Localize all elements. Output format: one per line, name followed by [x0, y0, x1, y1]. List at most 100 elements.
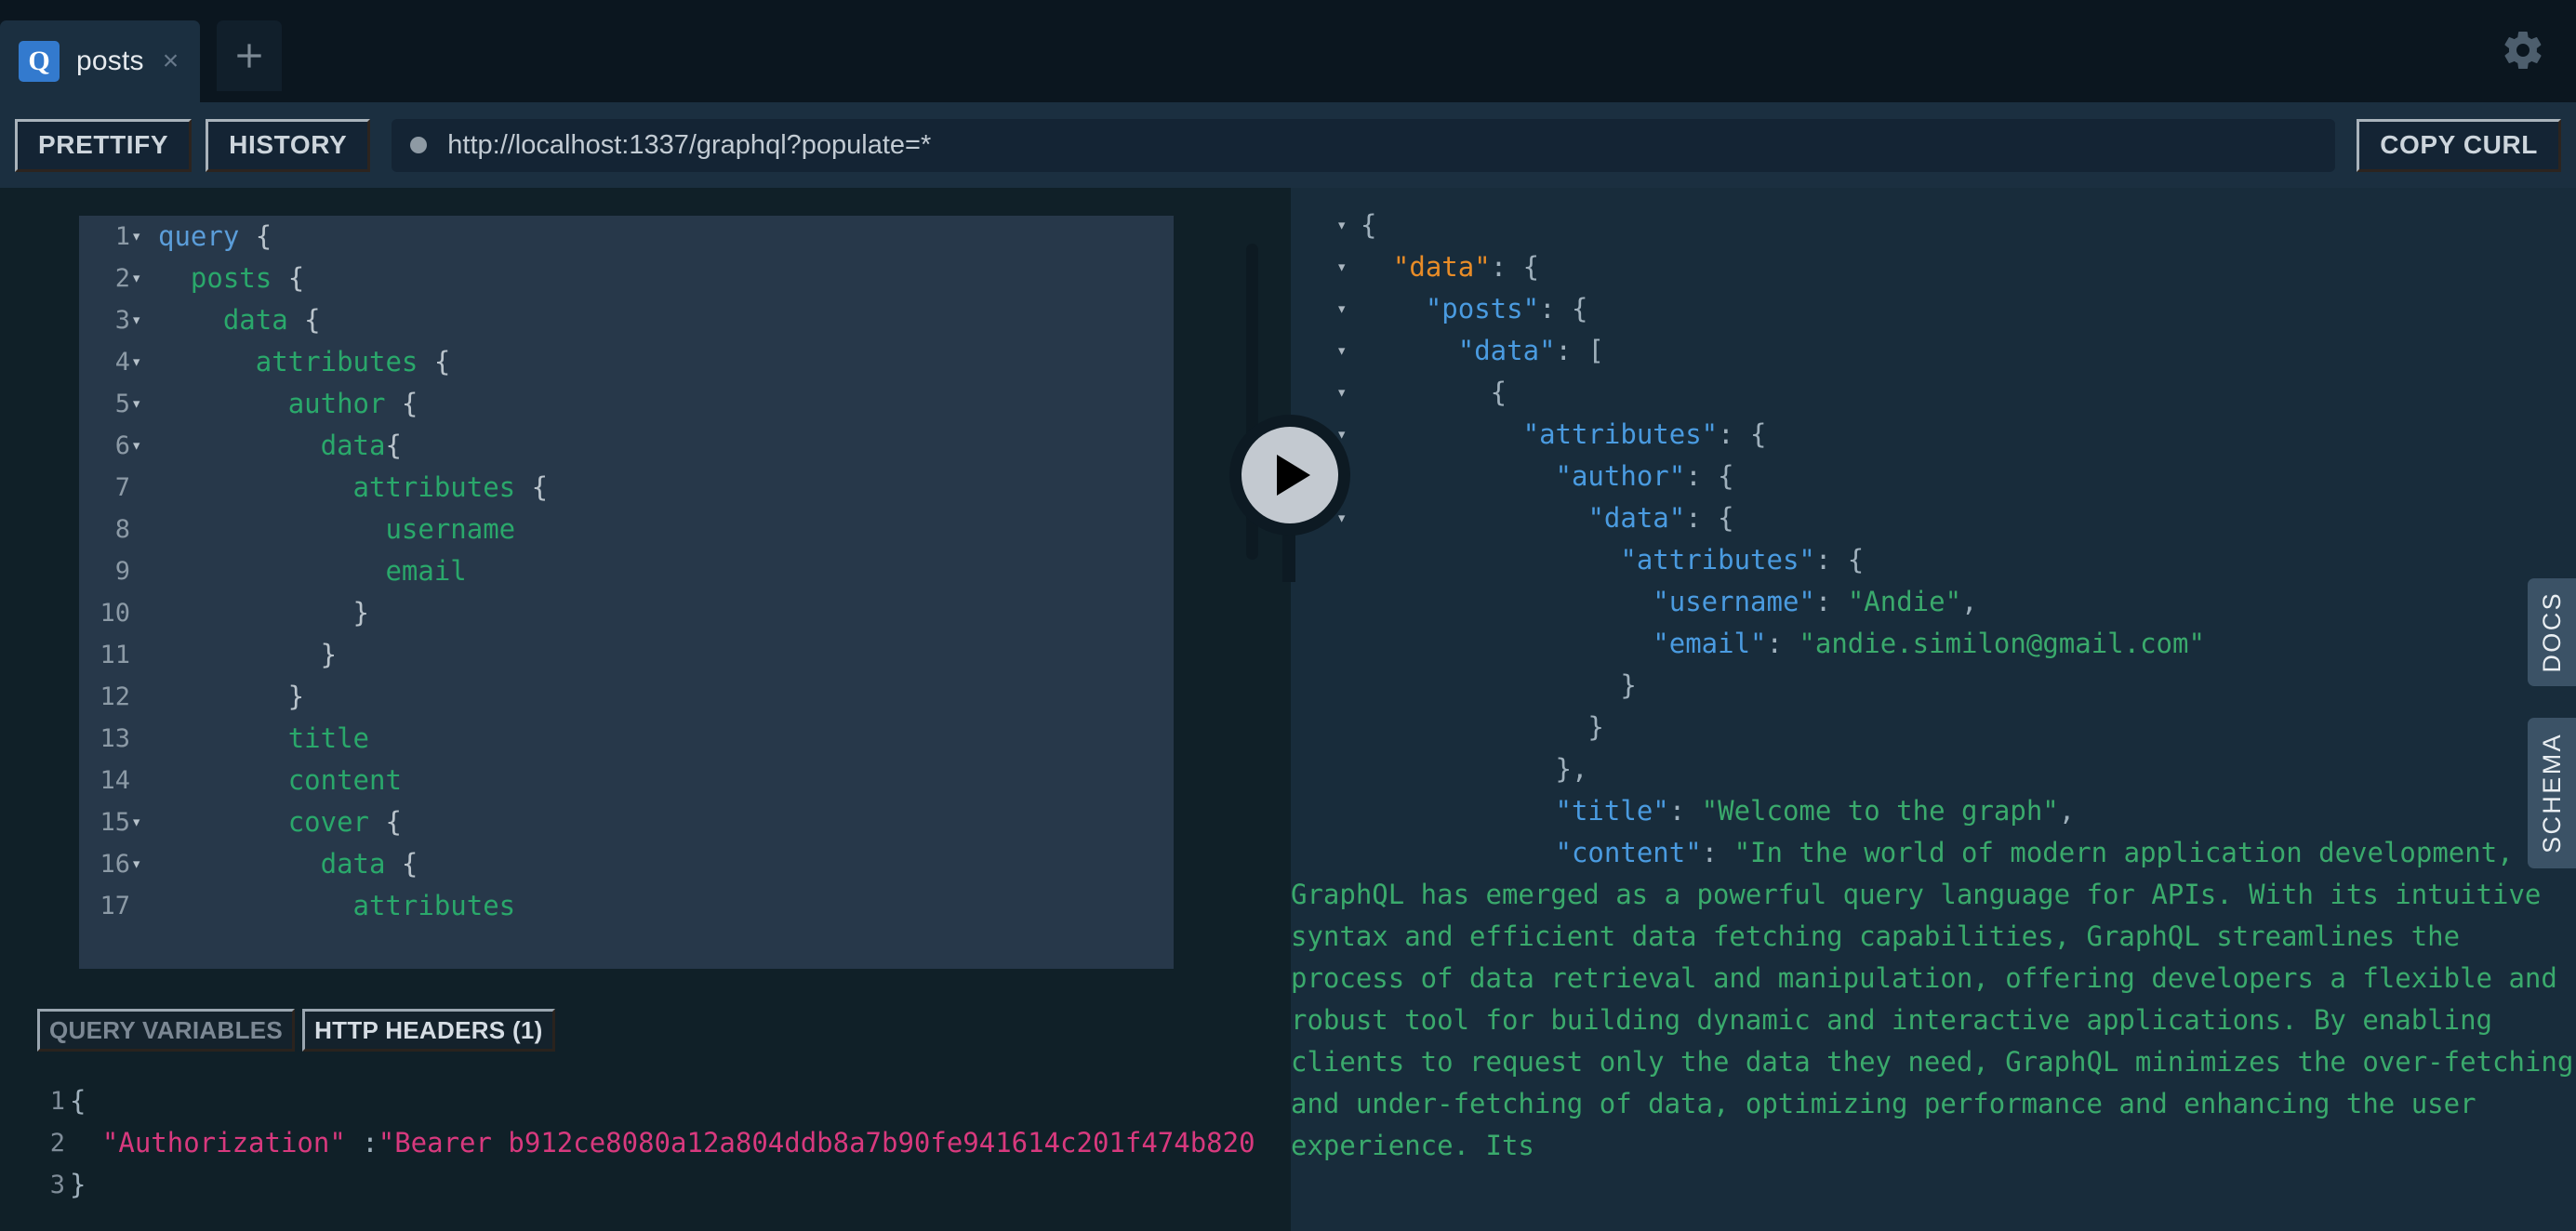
code-token: attributes — [352, 471, 516, 503]
response-viewer[interactable]: ▾{▾ "data": {▾ "posts": {▾ "data": [▾ {▾… — [1291, 188, 2576, 1231]
endpoint-url-bar[interactable]: http://localhost:1337/graphql?populate=* — [392, 118, 2336, 172]
response-line: } — [1291, 707, 2576, 748]
fold-arrow-icon[interactable]: ▾ — [131, 216, 141, 258]
code-token: "Authorization" — [101, 1127, 346, 1158]
response-line: ▾{ — [1291, 205, 2576, 246]
play-icon[interactable] — [1242, 427, 1338, 523]
history-button[interactable]: HISTORY — [206, 118, 371, 172]
schema-tab-label: SCHEMA — [2537, 733, 2566, 854]
code-token: }, — [1361, 753, 1588, 785]
code-token: { — [369, 806, 402, 838]
response-line: "email": "andie.similon@gmail.com" — [1291, 623, 2576, 665]
line-number: 17 — [100, 892, 130, 920]
code-text: attributes { — [158, 467, 549, 509]
code-token: "attributes" — [1620, 544, 1815, 576]
response-line: "attributes": { — [1291, 539, 2576, 581]
code-token: attributes — [255, 346, 418, 377]
fold-arrow-icon[interactable]: ▾ — [1336, 330, 1347, 372]
code-text: } — [158, 676, 304, 718]
code-text: cover { — [158, 801, 402, 843]
code-token: { — [1361, 377, 1507, 408]
code-token: : { — [1685, 502, 1734, 534]
fold-arrow-icon[interactable]: ▾ — [131, 425, 141, 467]
graphql-playground: Q posts × PRETTIFY HISTORY http://localh… — [0, 0, 2576, 1231]
code-text: posts { — [158, 258, 304, 299]
query-tab-posts[interactable]: Q posts × — [0, 20, 200, 102]
code-text: } — [1291, 711, 1603, 743]
code-token: : { — [1685, 460, 1734, 492]
close-icon[interactable]: × — [163, 47, 179, 75]
code-token: data — [320, 430, 386, 461]
fold-arrow-icon[interactable]: ▾ — [131, 341, 141, 383]
code-token: { — [239, 220, 272, 252]
code-token: "email" — [1653, 628, 1767, 659]
query-line: 8 username — [79, 509, 1174, 550]
tab-http-headers[interactable]: HTTP HEADERS (1) — [302, 1009, 555, 1052]
schema-tab[interactable]: SCHEMA — [2528, 718, 2576, 868]
code-token: email — [385, 555, 467, 587]
code-text: { — [70, 1080, 86, 1122]
code-text: }, — [1291, 753, 1588, 785]
code-token: : { — [1814, 544, 1865, 576]
fold-arrow-icon[interactable]: ▾ — [131, 383, 141, 425]
code-token: { — [418, 346, 451, 377]
response-line: ▾ "author": { — [1291, 456, 2576, 497]
copy-curl-button[interactable]: COPY CURL — [2357, 118, 2561, 172]
query-editor[interactable]: 1 ▾ query {2 ▾ posts {3 ▾ data {4 ▾ attribute… — [0, 216, 1291, 969]
settings-button[interactable] — [2501, 28, 2545, 73]
code-token: } — [158, 639, 338, 670]
query-line: 11 } — [79, 634, 1174, 676]
code-token: posts — [190, 262, 272, 294]
toolbar: PRETTIFY HISTORY http://localhost:1337/g… — [0, 102, 2576, 188]
fold-arrow-icon[interactable]: ▾ — [131, 801, 141, 843]
http-headers-editor[interactable]: 1{2 "Authorization" :"Bearer b912ce8080a… — [0, 1071, 1291, 1231]
response-line: "content": "In the world of modern appli… — [1291, 832, 2576, 1167]
code-token: data — [222, 304, 288, 336]
fold-arrow-icon[interactable]: ▾ — [131, 258, 141, 299]
prettify-button[interactable]: PRETTIFY — [15, 118, 193, 172]
response-line: }, — [1291, 748, 2576, 790]
code-token: title — [287, 722, 369, 754]
new-tab-button[interactable] — [217, 20, 282, 91]
code-token: "title" — [1555, 795, 1669, 827]
code-text: title — [158, 718, 369, 760]
fold-arrow-icon[interactable]: ▾ — [131, 843, 141, 885]
response-line: ▾ "data": [ — [1291, 330, 2576, 372]
line-number: 2 — [49, 1129, 65, 1158]
fold-arrow-icon[interactable]: ▾ — [1336, 246, 1347, 288]
fold-arrow-icon[interactable]: ▾ — [1336, 372, 1347, 414]
query-lines: 1 ▾ query {2 ▾ posts {3 ▾ data {4 ▾ attribute… — [79, 216, 1174, 927]
code-text: "username": "Andie", — [1291, 586, 1978, 617]
query-line: 17 attributes — [79, 885, 1174, 927]
code-token: { — [385, 388, 418, 419]
query-line: 3 ▾ data { — [79, 299, 1174, 341]
tab-query-variables[interactable]: QUERY VARIABLES — [37, 1009, 296, 1052]
fold-arrow-icon[interactable]: ▾ — [1336, 205, 1347, 246]
code-token: , — [2058, 795, 2076, 827]
fold-arrow-icon[interactable]: ▾ — [1336, 288, 1347, 330]
docs-tab[interactable]: DOCS — [2528, 578, 2576, 686]
query-code-area[interactable]: 1 ▾ query {2 ▾ posts {3 ▾ data {4 ▾ attribute… — [79, 216, 1174, 969]
query-line: 14 content — [79, 760, 1174, 801]
response-line: } — [1291, 665, 2576, 707]
request-bottom-tabs: QUERY VARIABLES HTTP HEADERS (1) — [0, 989, 1291, 1071]
line-number: 14 — [100, 766, 130, 795]
fold-arrow-icon[interactable]: ▾ — [131, 299, 141, 341]
code-token: , — [1961, 586, 1978, 617]
code-token: { — [287, 304, 321, 336]
code-token: "content" — [1555, 837, 1702, 868]
response-line: ▾ "data": { — [1291, 497, 2576, 539]
code-text: { — [1291, 209, 1376, 241]
line-number: 4 — [114, 348, 130, 377]
code-text: email — [158, 550, 467, 592]
execute-query-button[interactable] — [1229, 415, 1350, 582]
